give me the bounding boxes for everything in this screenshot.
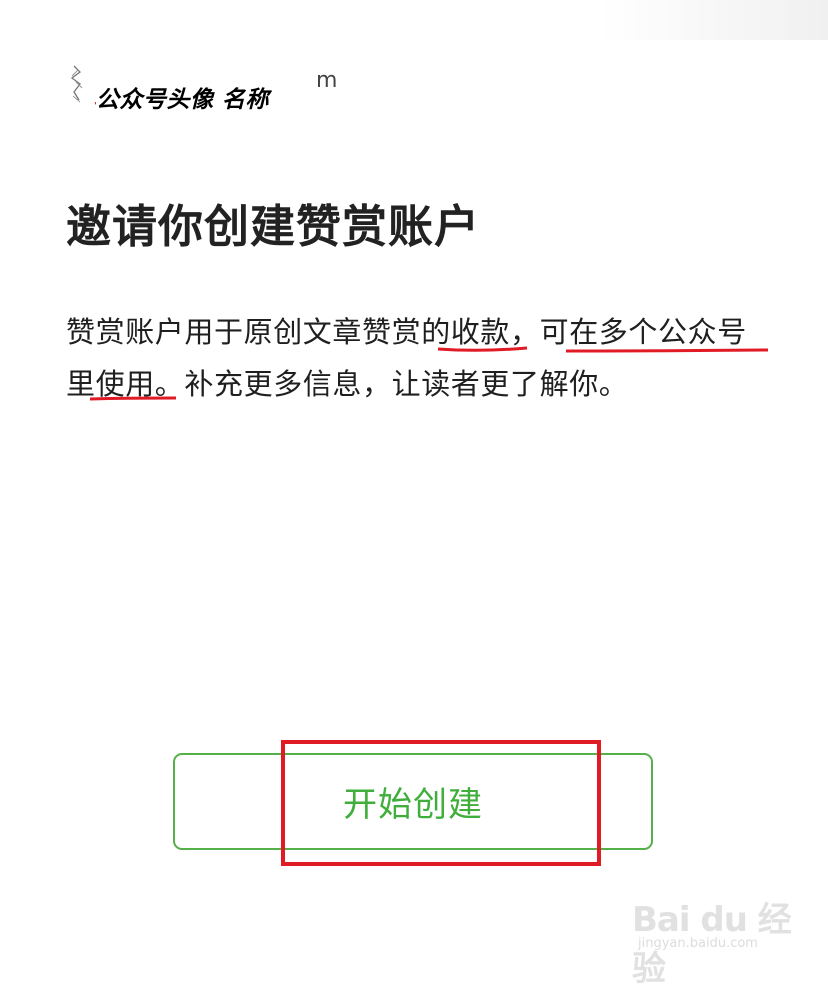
header-tail-glyph: m bbox=[316, 68, 338, 93]
baidu-watermark: Bai du 经验 jingyan.baidu.com bbox=[632, 892, 792, 989]
start-create-button[interactable]: 开始创建 bbox=[173, 753, 653, 850]
description-text: 赞赏账户用于原创文章赞赏的收款，可在多个公众号里使用。补充更多信息，让读者更了解… bbox=[66, 315, 747, 401]
account-header: 公众号头像 名称 m bbox=[66, 62, 338, 114]
avatar bbox=[70, 65, 96, 106]
top-right-shadow bbox=[598, 0, 828, 40]
account-name: 公众号头像 名称 bbox=[96, 87, 270, 113]
watermark-url: jingyan.baidu.com bbox=[638, 936, 758, 951]
page-title: 邀请你创建赞赏账户 bbox=[66, 200, 481, 253]
